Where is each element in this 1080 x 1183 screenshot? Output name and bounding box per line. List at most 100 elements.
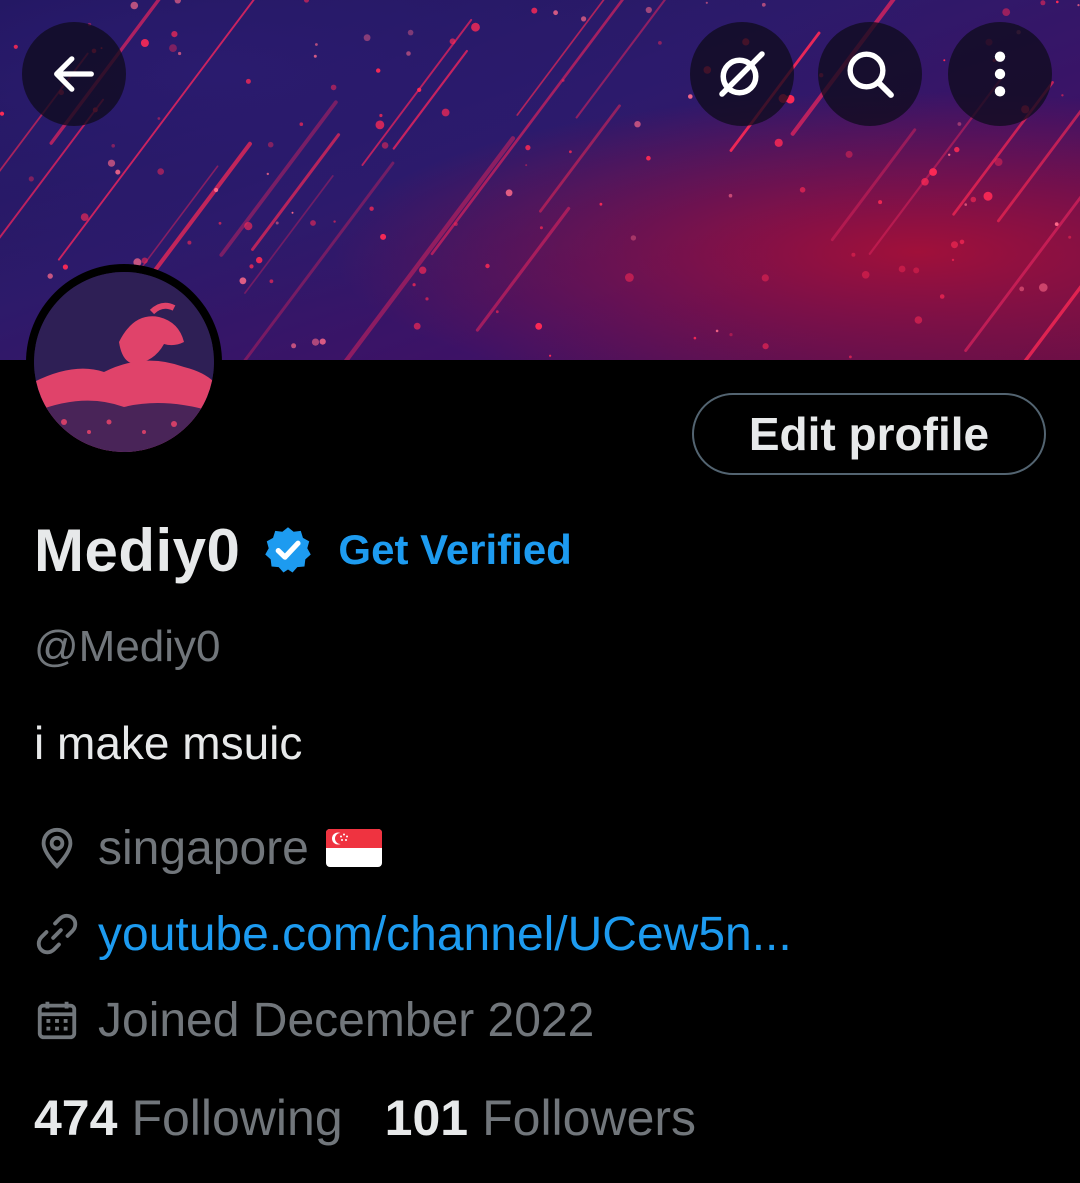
- banner-sparkle: [441, 108, 450, 117]
- banner-sparkle: [951, 241, 958, 249]
- following-stat[interactable]: 474 Following: [34, 1089, 343, 1147]
- banner-streak: [516, 0, 605, 116]
- banner-sparkle: [1002, 8, 1011, 16]
- banner-sparkle: [762, 343, 769, 350]
- banner-sparkle: [964, 203, 967, 206]
- banner-sparkle: [505, 189, 513, 197]
- banner-sparkle: [1056, 0, 1059, 4]
- banner-sparkle: [157, 117, 161, 120]
- banner-sparkle: [311, 338, 320, 346]
- get-verified-link[interactable]: Get Verified: [338, 526, 571, 574]
- banner-sparkle: [658, 41, 662, 45]
- back-button[interactable]: [22, 22, 126, 126]
- followers-stat[interactable]: 101 Followers: [385, 1089, 696, 1147]
- banner-sparkle: [849, 355, 852, 359]
- banner-sparkle: [729, 333, 733, 337]
- banner-sparkle: [485, 263, 490, 269]
- avatar[interactable]: [26, 264, 222, 460]
- banner-sparkle: [239, 277, 247, 285]
- name-row: Mediy0 Get Verified: [34, 510, 572, 590]
- calendar-icon: [37, 1001, 77, 1040]
- banner-sparkle: [970, 196, 977, 203]
- banner-sparkle: [178, 51, 182, 56]
- banner-sparkle: [266, 172, 269, 176]
- banner-sparkle: [269, 279, 274, 284]
- banner-sparkle: [413, 322, 421, 330]
- banner-sparkle: [878, 200, 883, 205]
- following-label: Following: [131, 1090, 343, 1146]
- banner-sparkle: [898, 265, 906, 273]
- avatar-image: [34, 272, 214, 452]
- grok-icon: [719, 51, 765, 97]
- singapore-flag-icon: [325, 829, 382, 867]
- banner-sparkle: [525, 145, 531, 151]
- more-vertical-icon: [994, 51, 1006, 97]
- banner-streak: [343, 136, 516, 360]
- grok-button[interactable]: [690, 22, 794, 126]
- more-options-button[interactable]: [948, 22, 1052, 126]
- verified-badge-icon[interactable]: [262, 524, 314, 576]
- banner-sparkle: [599, 202, 603, 206]
- banner-sparkle: [363, 34, 371, 42]
- banner-sparkle: [140, 39, 149, 47]
- banner-sparkle: [330, 84, 337, 91]
- banner-sparkle: [688, 94, 693, 99]
- banner-sparkle: [244, 222, 253, 231]
- banner-sparkle: [939, 294, 945, 299]
- banner-sparkle: [1054, 222, 1059, 227]
- banner-sparkle: [406, 51, 411, 56]
- banner-sparkle: [187, 240, 192, 245]
- user-handle: @Mediy0: [34, 622, 221, 671]
- website-link[interactable]: youtube.com/channel/UCew5n...: [98, 907, 792, 962]
- banner-sparkle: [983, 191, 993, 201]
- banner-sparkle: [1061, 94, 1064, 97]
- banner-sparkle: [141, 257, 148, 264]
- banner-streak: [539, 104, 621, 213]
- banner-streak: [392, 49, 468, 150]
- banner-sparkle: [994, 158, 1003, 166]
- following-count: 474: [34, 1090, 118, 1146]
- banner-sparkle: [80, 213, 89, 222]
- banner-sparkle: [245, 78, 251, 84]
- banner-sparkle: [291, 211, 294, 214]
- banner-sparkle: [525, 164, 528, 167]
- follow-stats: 474 Following 101 Followers: [34, 1086, 696, 1150]
- banner-sparkle: [715, 329, 719, 333]
- banner-sparkle: [333, 220, 336, 223]
- banner-streak: [475, 206, 571, 332]
- banner-sparkle: [625, 273, 634, 282]
- banner-sparkle: [861, 271, 870, 279]
- joined-row: Joined December 2022: [34, 990, 594, 1050]
- banner-sparkle: [581, 16, 587, 22]
- banner-sparkle: [375, 120, 385, 130]
- banner-sparkle: [310, 220, 316, 226]
- banner-sparkle: [693, 336, 697, 340]
- banner-sparkle: [299, 122, 304, 126]
- banner-sparkle: [174, 0, 181, 4]
- banner-sparkle: [267, 141, 274, 148]
- banner-sparkle: [169, 44, 177, 52]
- banner-sparkle: [845, 150, 853, 158]
- bio: i make msuic: [34, 717, 303, 769]
- banner-sparkle: [157, 168, 164, 175]
- banner-sparkle: [419, 266, 427, 274]
- banner-sparkle: [569, 150, 572, 154]
- search-button[interactable]: [818, 22, 922, 126]
- banner-sparkle: [28, 176, 34, 182]
- banner-sparkle: [929, 168, 937, 176]
- banner-sparkle: [275, 221, 279, 225]
- banner-sparkle: [531, 7, 538, 14]
- banner-sparkle: [107, 159, 116, 167]
- banner-sparkle: [761, 2, 766, 7]
- banner-sparkle: [1068, 235, 1072, 239]
- banner-sparkle: [256, 256, 263, 264]
- banner-sparkle: [1040, 0, 1046, 6]
- banner-sparkle: [380, 233, 387, 240]
- banner-sparkle: [412, 283, 416, 287]
- location-pin-icon: [41, 827, 73, 869]
- banner-sparkle: [171, 30, 178, 38]
- edit-profile-button[interactable]: Edit profile: [692, 393, 1046, 475]
- banner-sparkle: [417, 87, 422, 92]
- banner-streak: [244, 175, 334, 294]
- banner-sparkle: [774, 138, 783, 147]
